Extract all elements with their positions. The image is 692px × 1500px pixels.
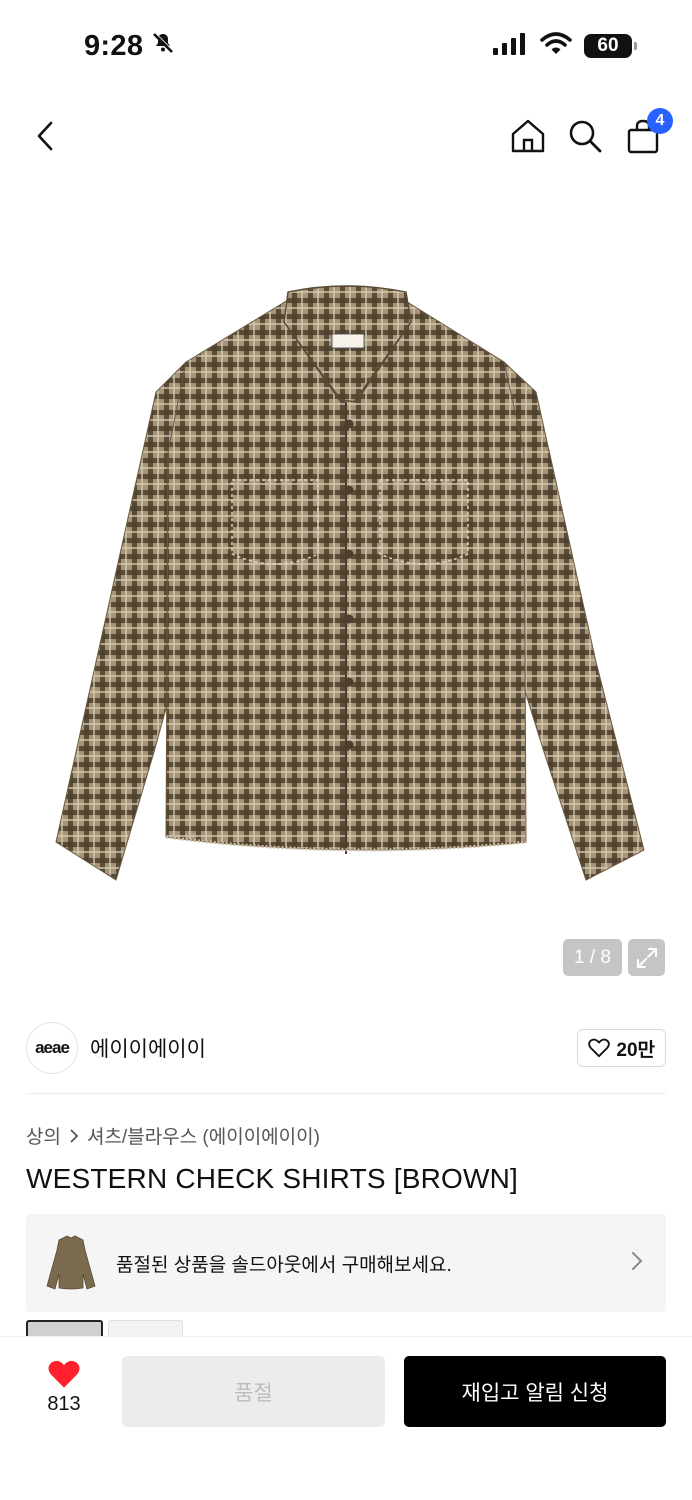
product-title: WESTERN CHECK SHIRTS [BROWN]: [26, 1163, 519, 1194]
search-button[interactable]: [563, 114, 607, 158]
bell-muted-icon: [151, 30, 175, 63]
back-button[interactable]: [24, 114, 68, 158]
bottom-action-bar: 813 품절 재입고 알림 신청: [0, 1336, 692, 1500]
search-icon: [569, 120, 602, 153]
wifi-icon: [540, 31, 572, 61]
soldout-button: 품절: [122, 1356, 385, 1427]
expand-icon: [636, 947, 657, 968]
divider: [26, 1093, 666, 1094]
cellular-signal-icon: [492, 32, 528, 61]
clock: 9:28: [84, 29, 144, 62]
home-icon: [511, 119, 545, 153]
chevron-right-icon: [630, 1250, 644, 1277]
brand-name[interactable]: 에이이에이이: [90, 1033, 206, 1063]
chevron-left-icon: [37, 121, 53, 151]
breadcrumb-category[interactable]: 상의: [26, 1122, 61, 1149]
banner-text: 품절된 상품을 솔드아웃에서 구매해보세요.: [116, 1254, 452, 1276]
color-swatch-selected[interactable]: [26, 1320, 103, 1336]
expand-button[interactable]: [628, 939, 665, 976]
status-indicators: 60: [492, 31, 637, 61]
breadcrumb-subcategory[interactable]: 셔츠/블라우스 (에이이에이이): [87, 1122, 320, 1149]
battery-icon: 60: [584, 34, 637, 58]
heart-filled-icon: [48, 1360, 80, 1388]
breadcrumb: 상의 셔츠/블라우스 (에이이에이이): [26, 1122, 320, 1149]
brand-row: aeae 에이이에이이 20만: [26, 1020, 666, 1076]
wishlist-count: 813: [47, 1393, 81, 1415]
cart-count-badge: 4: [647, 108, 673, 134]
cart-button[interactable]: 4: [621, 108, 673, 158]
top-navigation: 4: [0, 108, 692, 168]
soldout-banner[interactable]: 품절된 상품을 솔드아웃에서 구매해보세요.: [26, 1214, 666, 1312]
banner-thumbnail: [44, 1232, 98, 1294]
restock-alert-button[interactable]: 재입고 알림 신청: [404, 1356, 666, 1427]
chevron-right-icon: [70, 1128, 79, 1143]
product-photo[interactable]: [36, 282, 656, 892]
brand-like-button[interactable]: 20만: [577, 1029, 666, 1067]
color-swatch[interactable]: [108, 1320, 183, 1336]
status-time: 9:28: [84, 30, 175, 63]
status-bar: 9:28 60: [0, 0, 692, 92]
brand-like-count: 20만: [616, 1039, 655, 1061]
home-button[interactable]: [506, 114, 550, 158]
brand-logo[interactable]: aeae: [26, 1022, 78, 1074]
image-counter: 1 / 8: [563, 939, 622, 976]
wishlist-button[interactable]: 813: [34, 1359, 94, 1416]
heart-outline-icon: [588, 1038, 611, 1058]
